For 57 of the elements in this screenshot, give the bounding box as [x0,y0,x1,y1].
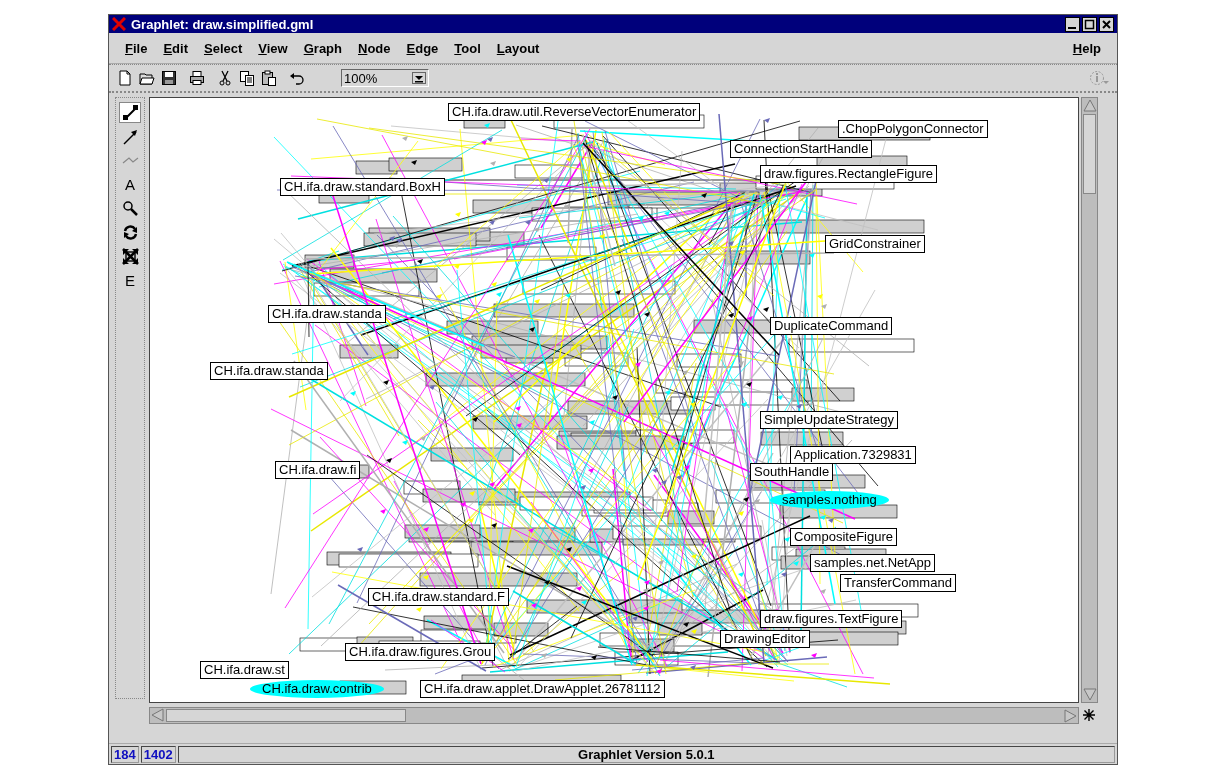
status-message: Graphlet Version 5.0.1 [177,745,1115,763]
graph-node[interactable]: CH.ifa.draw.figures.Grou [345,643,496,661]
menu-item[interactable]: Layout [488,38,548,58]
graph-node[interactable]: SouthHandle [750,463,834,481]
graph-node[interactable]: CH.ifa.draw.contrib [250,680,384,698]
node-count: 184 [111,745,139,763]
graph-node[interactable]: Application.7329831 [790,446,916,464]
graph-node[interactable]: samples.net.NetApp [810,554,936,572]
graph-node[interactable]: CH.ifa.draw.standard.F [368,588,509,606]
zoom-dropdown[interactable]: 100% [341,69,429,87]
text-tool[interactable]: E [119,270,141,291]
paste-icon[interactable] [261,70,277,86]
save-icon[interactable] [161,70,177,86]
graph-node[interactable]: draw.figures.RectangleFigure [760,165,938,183]
graph-node[interactable]: CH.ifa.draw.standard.BoxH [280,178,445,196]
window-title: Graphlet: draw.simplified.gml [131,16,314,32]
print-icon[interactable] [189,70,205,86]
graph-node[interactable]: TransferCommand [840,574,956,592]
scroll-thumb[interactable] [166,708,406,722]
open-folder-icon[interactable] [139,70,155,86]
menu-item[interactable]: Edge [398,38,447,58]
close-button[interactable] [1099,16,1114,32]
copy-icon[interactable] [239,70,255,86]
new-file-icon[interactable] [117,70,133,86]
maximize-button[interactable] [1082,16,1097,32]
menu-item[interactable]: Tool [446,38,489,58]
vertical-scrollbar[interactable] [1081,97,1098,703]
menu-item[interactable]: Select [196,38,251,58]
graph-node[interactable]: DuplicateCommand [770,317,893,335]
help-menu[interactable]: Help [1064,38,1109,58]
minimize-button[interactable] [1065,16,1080,32]
undo-icon[interactable] [289,70,305,86]
menu-item[interactable]: Graph [295,38,350,58]
menu-item[interactable]: Node [350,38,399,58]
graph-node[interactable]: draw.figures.TextFigure [760,610,903,628]
graph-node[interactable]: ConnectionStartHandle [730,140,873,158]
edge-count: 1402 [140,745,176,763]
menu-item[interactable]: File [117,38,156,58]
graph-node[interactable]: CH.ifa.draw.standa [210,362,328,380]
graph-node[interactable]: CH.ifa.draw.applet.DrawApplet.26781112 [420,680,665,698]
scroll-thumb[interactable] [1083,114,1096,194]
asterisk-icon[interactable] [1082,708,1096,722]
graph-node[interactable]: .ChopPolygonConnector [838,120,988,138]
menu-item[interactable]: View [250,38,296,58]
graph-node[interactable]: DrawingEditor [720,630,810,648]
menu-item[interactable]: Edit [155,38,196,58]
graph-node[interactable]: CH.ifa.draw.standa [268,305,386,323]
graph-node[interactable]: CH.ifa.draw.st [200,661,289,679]
graph-node[interactable]: CH.ifa.draw.fi [275,461,361,479]
graph-node[interactable]: SimpleUpdateStrategy [760,411,899,429]
graph-node[interactable]: CompositeFigure [790,528,897,546]
x-logo-icon [112,17,126,31]
cut-icon[interactable] [217,70,233,86]
graph-node[interactable]: CH.ifa.draw.util.ReverseVectorEnumerator [448,103,701,121]
horizontal-scrollbar[interactable] [149,706,1079,724]
text-tool[interactable]: A [119,174,141,195]
graph-node[interactable]: GridConstrainer [825,235,925,253]
